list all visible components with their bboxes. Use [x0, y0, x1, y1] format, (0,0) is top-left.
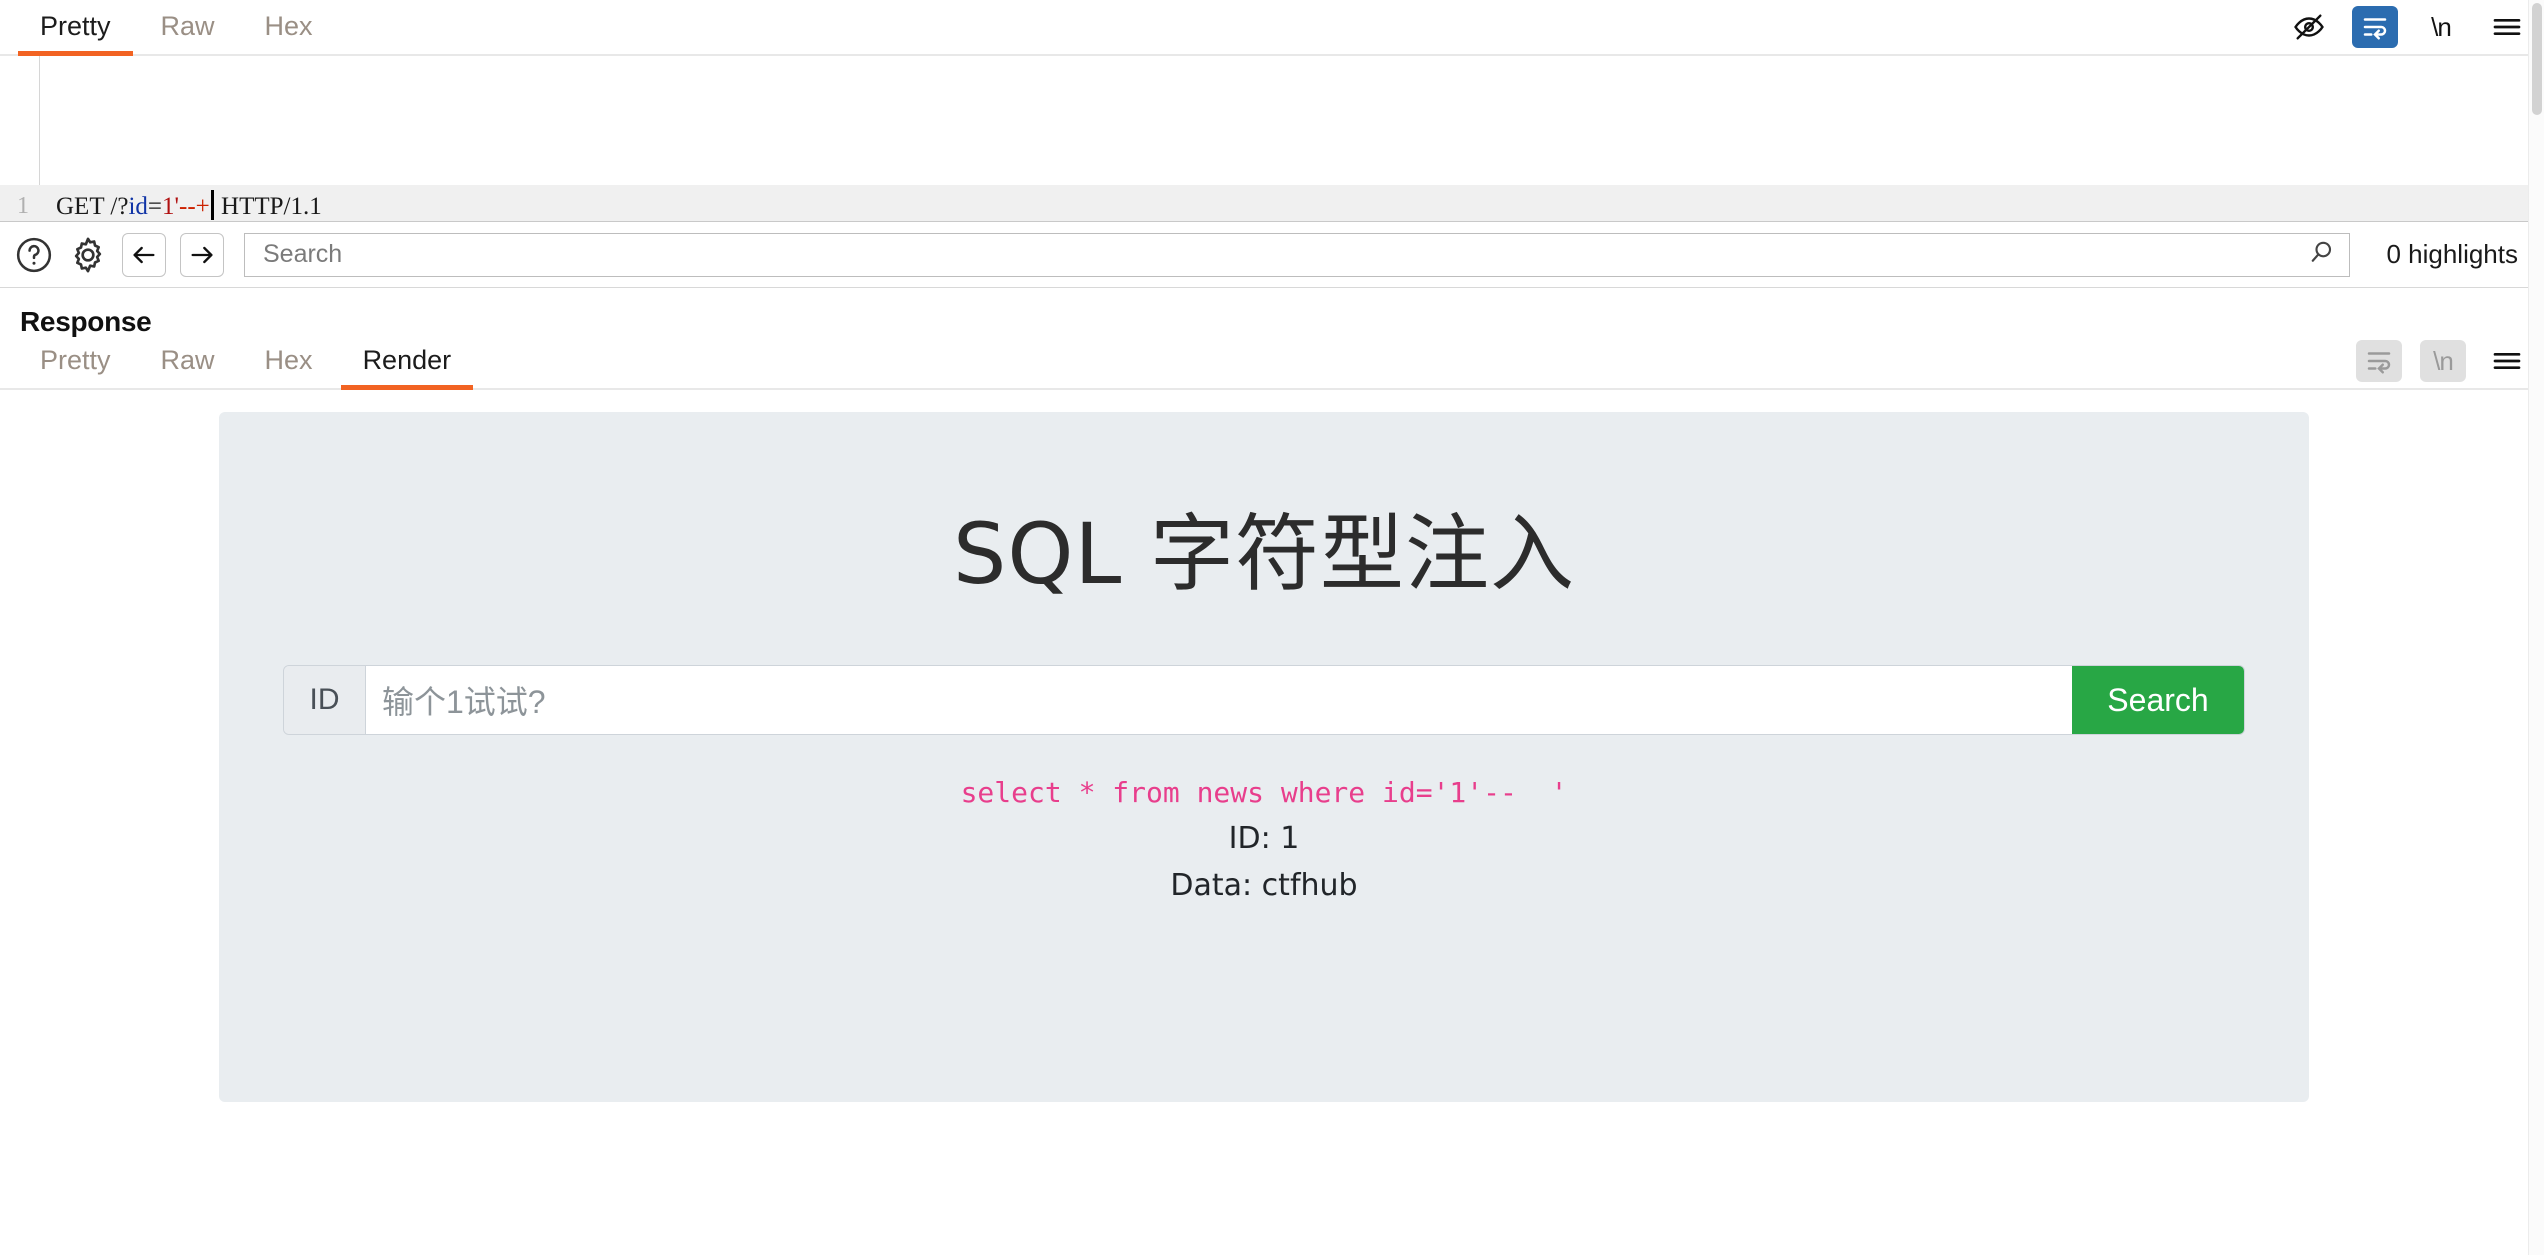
id-input[interactable]: 输个1试试?: [366, 666, 2072, 734]
vertical-scrollbar[interactable]: [2528, 0, 2544, 1255]
http-version: HTTP/1.1: [214, 193, 322, 220]
burp-repeater-window: Pretty Raw Hex \n 1 GET /?id=1'--+ HTTP/…: [0, 0, 2544, 1255]
request-toolbar: \n: [2286, 6, 2530, 48]
request-editor[interactable]: 1 GET /?id=1'--+ HTTP/1.1 2 Host: challe…: [0, 56, 2544, 222]
response-tabbar: Pretty Raw Hex Render \n: [0, 338, 2544, 390]
response-tab-render[interactable]: Render: [340, 339, 474, 390]
eye-slash-icon[interactable]: [2286, 6, 2332, 48]
response-render-view: SQL 字符型注入 ID 输个1试试? Search select * from…: [0, 390, 2544, 1185]
question-circle-icon[interactable]: [14, 235, 54, 275]
search-previous-button[interactable]: [122, 232, 166, 277]
response-tab-hex[interactable]: Hex: [243, 339, 335, 388]
request-code: 1 GET /?id=1'--+ HTTP/1.1 2 Host: challe…: [0, 56, 2544, 221]
result-id: ID: 1: [1228, 821, 1300, 856]
word-wrap-icon[interactable]: [2356, 340, 2402, 382]
line-number: 1: [17, 193, 29, 219]
response-tab-raw[interactable]: Raw: [139, 339, 237, 388]
request-tabbar: Pretty Raw Hex \n: [0, 0, 2544, 56]
line-content: GET /?id=1'--+ HTTP/1.1: [40, 185, 322, 221]
response-panel-title: Response: [20, 306, 152, 337]
magnifier-icon[interactable]: [2307, 237, 2337, 272]
query-equals: =: [147, 193, 163, 220]
newline-icon[interactable]: \n: [2420, 340, 2466, 382]
menu-icon[interactable]: [2484, 6, 2530, 48]
request-tab-pretty[interactable]: Pretty: [18, 5, 133, 56]
code-line[interactable]: 1 GET /?id=1'--+ HTTP/1.1: [0, 185, 2544, 221]
id-search-form: ID 输个1试试? Search: [284, 666, 2244, 734]
sql-comment-payload: --+: [179, 193, 210, 220]
page-title: SQL 字符型注入: [953, 505, 1575, 603]
newline-label: \n: [2433, 345, 2454, 376]
scrollbar-thumb[interactable]: [2532, 3, 2542, 115]
search-button[interactable]: Search: [2072, 666, 2244, 734]
request-search-bar: Search 0 highlights: [0, 222, 2544, 288]
response-tab-pretty[interactable]: Pretty: [18, 339, 133, 388]
menu-icon[interactable]: [2484, 340, 2530, 382]
search-input-wrapper[interactable]: Search: [244, 232, 2351, 277]
response-toolbar: \n: [2356, 340, 2530, 382]
highlight-count: 0 highlights: [2386, 239, 2518, 269]
search-input[interactable]: Search: [263, 240, 2307, 269]
http-method: GET: [56, 193, 111, 220]
search-next-button[interactable]: [180, 232, 224, 277]
result-data: Data: ctfhub: [1170, 868, 1358, 903]
http-path: /?: [110, 193, 129, 220]
sql-query-echo: select * from news where id='1'-- ': [960, 776, 1568, 809]
gear-icon[interactable]: [68, 235, 108, 275]
newline-label: \n: [2431, 11, 2452, 42]
newline-icon[interactable]: \n: [2418, 6, 2464, 48]
text-cursor: [210, 190, 214, 220]
word-wrap-icon[interactable]: [2352, 6, 2398, 48]
query-param-name: id: [128, 193, 148, 220]
query-param-value: 1': [162, 193, 180, 220]
id-input-label: ID: [284, 666, 366, 734]
request-tab-raw[interactable]: Raw: [139, 5, 237, 54]
request-tab-hex[interactable]: Hex: [243, 5, 335, 54]
rendered-page-container: SQL 字符型注入 ID 输个1试试? Search select * from…: [219, 412, 2309, 1102]
